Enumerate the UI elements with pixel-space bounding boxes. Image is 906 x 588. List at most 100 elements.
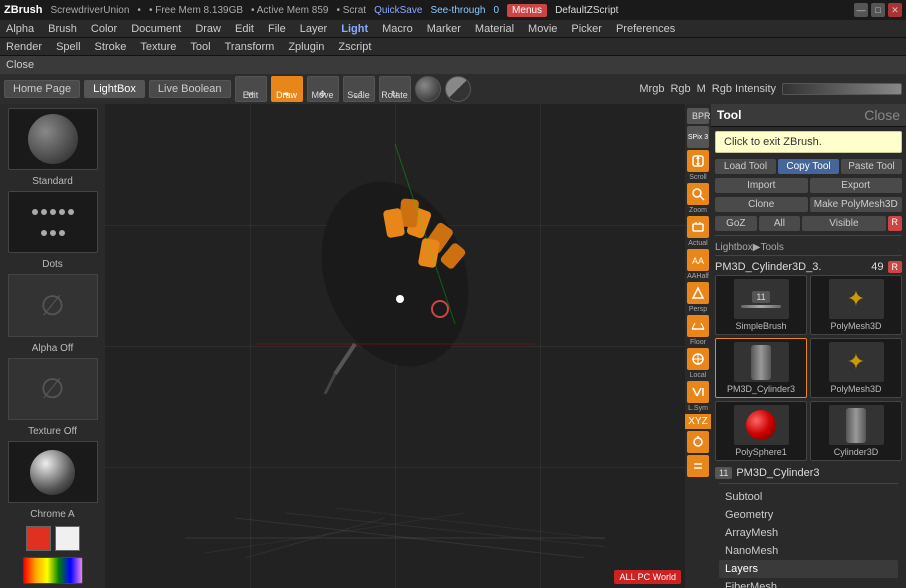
extra-button-1[interactable] <box>687 431 709 453</box>
brush-dots-label: Dots <box>42 259 63 270</box>
pm3d-cylinder3-row: 11 PM3D_Cylinder3 <box>715 465 902 481</box>
menu-render[interactable]: Render <box>4 41 44 53</box>
lightbox-tools-label: Lightbox▶Tools <box>715 242 784 253</box>
menu-transform[interactable]: Transform <box>223 41 277 53</box>
maximize-button[interactable]: □ <box>871 3 885 17</box>
export-button[interactable]: Export <box>810 178 903 193</box>
brush-dots-thumb[interactable] <box>8 191 98 253</box>
foreground-color-swatch[interactable] <box>26 526 51 551</box>
m-button[interactable]: M <box>697 83 706 95</box>
tool-close-label[interactable]: Close <box>864 107 900 123</box>
alpha-thumb[interactable]: ∅ <box>8 274 98 336</box>
background-color-swatch[interactable] <box>55 526 80 551</box>
subtool-cylinder3d[interactable]: Cylinder3D <box>810 401 902 461</box>
menu-layers[interactable]: Layers <box>719 560 898 578</box>
color-gradient-swatch[interactable] <box>23 557 83 584</box>
menu-document[interactable]: Document <box>129 23 183 35</box>
menu-subtool[interactable]: Subtool <box>719 488 898 506</box>
menu-material[interactable]: Material <box>473 23 516 35</box>
canvas-background: ALL PC World <box>105 104 685 588</box>
material-halfsphere[interactable] <box>445 76 471 102</box>
rgb-button[interactable]: Rgb <box>670 83 690 95</box>
menu-macro[interactable]: Macro <box>380 23 415 35</box>
lsym-button[interactable] <box>687 381 709 403</box>
menu-preferences[interactable]: Preferences <box>614 23 677 35</box>
brush-standard-thumb[interactable] <box>8 108 98 170</box>
draw-tool-button[interactable]: ✒ Draw <box>271 76 303 102</box>
local-button[interactable] <box>687 348 709 370</box>
menu-zscript[interactable]: Zscript <box>336 41 373 53</box>
menu-marker[interactable]: Marker <box>425 23 463 35</box>
menu-alpha[interactable]: Alpha <box>4 23 36 35</box>
close-button[interactable]: ✕ <box>888 3 902 17</box>
r-badge[interactable]: R <box>888 216 903 231</box>
subtool-simplebrush[interactable]: 11 SimpleBrush <box>715 275 807 335</box>
menu-tool[interactable]: Tool <box>188 41 212 53</box>
menu-edit[interactable]: Edit <box>233 23 256 35</box>
chrome-thumb[interactable] <box>8 441 98 503</box>
menus-button[interactable]: Menus <box>507 4 547 17</box>
subtool-polymesh3d[interactable]: ✦ PolyMesh3D <box>810 275 902 335</box>
goz-button[interactable]: GoZ <box>715 216 757 231</box>
subtool-polysphere[interactable]: PolySphere1 <box>715 401 807 461</box>
zoom-button[interactable] <box>687 183 709 205</box>
bpr-button[interactable]: BPR <box>687 108 709 124</box>
clone-button[interactable]: Clone <box>715 197 808 212</box>
live-boolean-button[interactable]: Live Boolean <box>149 80 231 98</box>
actual-label: Actual <box>688 240 707 247</box>
all-button[interactable]: All <box>759 216 801 231</box>
home-page-button[interactable]: Home Page <box>4 80 80 98</box>
main-area: Standard Dots ∅ Alpha Off ∅ Texture Off … <box>0 104 906 588</box>
texture-thumb[interactable]: ∅ <box>8 358 98 420</box>
aahalf-button[interactable]: AA <box>687 249 709 271</box>
menu-movie[interactable]: Movie <box>526 23 559 35</box>
visible-button[interactable]: Visible <box>802 216 885 231</box>
menu-texture[interactable]: Texture <box>138 41 178 53</box>
actual-button[interactable] <box>687 216 709 238</box>
make-polymesh-button[interactable]: Make PolyMesh3D <box>810 197 903 212</box>
subtool-pm3d-cylinder[interactable]: PM3D_Cylinder3 <box>715 338 807 398</box>
minimize-button[interactable]: — <box>854 3 868 17</box>
material-sphere[interactable] <box>415 76 441 102</box>
rgb-intensity-slider[interactable] <box>782 83 902 95</box>
xyz-button[interactable]: XYZ <box>682 414 713 429</box>
scale-tool-button[interactable]: ⤢ Scale <box>343 76 375 102</box>
menu-stroke[interactable]: Stroke <box>93 41 129 53</box>
extra-button-2[interactable] <box>687 455 709 477</box>
nav-bar: Home Page LightBox Live Boolean ✏ Edit ✒… <box>0 74 906 104</box>
paste-tool-button[interactable]: Paste Tool <box>841 159 902 174</box>
rotate-tool-button[interactable]: ↻ Rotate <box>379 76 411 102</box>
menu-arraymesh[interactable]: ArrayMesh <box>719 524 898 542</box>
menu-geometry[interactable]: Geometry <box>719 506 898 524</box>
scratch-info: • Scrat <box>336 5 366 16</box>
menu-picker[interactable]: Picker <box>569 23 604 35</box>
canvas-area[interactable]: ALL PC World <box>105 104 685 588</box>
persp-button[interactable] <box>687 282 709 304</box>
menu-layer[interactable]: Layer <box>298 23 330 35</box>
floor-button[interactable] <box>687 315 709 337</box>
menu-color[interactable]: Color <box>89 23 119 35</box>
menu-fibermesh[interactable]: FiberMesh <box>719 578 898 588</box>
menu-brush[interactable]: Brush <box>46 23 79 35</box>
close-label[interactable]: Close <box>6 59 34 71</box>
spix-button[interactable]: SPix 3 <box>687 126 709 148</box>
red-sphere-icon <box>746 410 776 440</box>
mrgb-button[interactable]: Mrgb <box>639 83 664 95</box>
load-tool-button[interactable]: Load Tool <box>715 159 776 174</box>
menu-zplugin[interactable]: Zplugin <box>286 41 326 53</box>
see-through-btn[interactable]: See-through <box>430 5 485 16</box>
copy-tool-button[interactable]: Copy Tool <box>778 159 839 174</box>
menu-nanomesh[interactable]: NanoMesh <box>719 542 898 560</box>
menu-light[interactable]: Light <box>339 23 370 35</box>
menu-draw[interactable]: Draw <box>193 23 223 35</box>
move-tool-button[interactable]: ✥ Move <box>307 76 339 102</box>
edit-tool-button[interactable]: ✏ Edit <box>235 76 267 102</box>
lightbox-button[interactable]: LightBox <box>84 80 145 98</box>
menu-file[interactable]: File <box>266 23 288 35</box>
quick-save-btn[interactable]: QuickSave <box>374 5 422 16</box>
subtool-polymesh3d-2[interactable]: ✦ PolyMesh3D <box>810 338 902 398</box>
scroll-label: Scroll <box>689 174 707 181</box>
import-button[interactable]: Import <box>715 178 808 193</box>
menu-spell[interactable]: Spell <box>54 41 82 53</box>
scroll-button[interactable] <box>687 150 709 172</box>
